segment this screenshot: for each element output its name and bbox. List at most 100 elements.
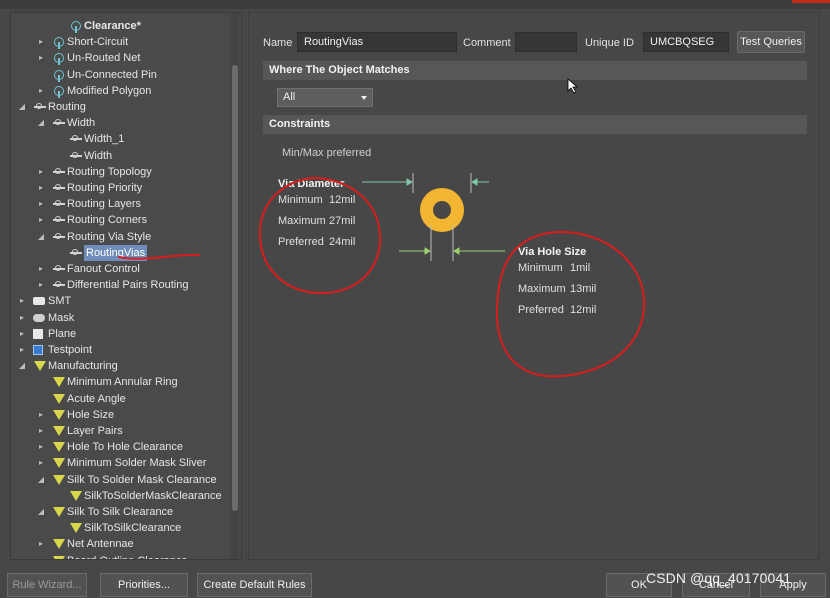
tree-item[interactable]: ◢ Silk To Silk Clearance — [11, 504, 241, 520]
hole-arrow-right — [453, 247, 460, 255]
tree-item[interactable]: ▸ SMT — [11, 293, 241, 309]
expand-arrow-icon[interactable]: ▸ — [17, 342, 27, 358]
manufacturing-icon — [52, 440, 66, 454]
tree-item[interactable]: ▸ Testpoint — [11, 342, 241, 358]
watermark-text: CSDN @qq_40170041 — [646, 570, 792, 586]
tree-item[interactable]: ▸ Hole To Hole Clearance — [11, 439, 241, 455]
tree-item-label: Width_1 — [84, 133, 125, 146]
tree-item[interactable]: Clearance* — [11, 18, 241, 34]
tree-item[interactable]: ▸ Short-Circuit — [11, 34, 241, 50]
tree-item[interactable]: ▸ Plane — [11, 326, 241, 342]
manufacturing-icon — [52, 424, 66, 438]
tree-item[interactable]: ▸ Routing Topology — [11, 164, 241, 180]
hole-arrow-left — [424, 247, 431, 255]
rule-wizard-button[interactable]: Rule Wizard... — [7, 573, 87, 597]
expand-arrow-icon[interactable]: ▸ — [36, 212, 46, 228]
tree-item[interactable]: ◢ Silk To Solder Mask Clearance — [11, 472, 241, 488]
tree-item-label: Layer Pairs — [67, 425, 123, 437]
expand-arrow-icon[interactable]: ▸ — [36, 536, 46, 552]
expand-arrow-icon[interactable]: ▸ — [36, 439, 46, 455]
expand-arrow-icon[interactable]: ▸ — [36, 180, 46, 196]
tree-item[interactable]: ◢ Manufacturing — [11, 358, 241, 374]
tree-item-label: Manufacturing — [48, 360, 118, 373]
route-icon — [52, 230, 66, 244]
expand-arrow-icon[interactable]: ▸ — [17, 326, 27, 342]
tree-item-label: Routing Via Style — [67, 230, 152, 243]
manufacturing-icon — [52, 375, 66, 389]
tree-item[interactable]: ▸ Routing Layers — [11, 196, 241, 212]
tree-item[interactable]: Un-Connected Pin — [11, 67, 241, 83]
tree-item-label: Differential Pairs Routing — [67, 279, 189, 292]
tree-item[interactable]: ▸ Hole Size — [11, 407, 241, 423]
tree-item[interactable]: ▸ Routing Priority — [11, 180, 241, 196]
tree-item[interactable]: Acute Angle — [11, 391, 241, 407]
tree-item[interactable]: ▸ Board Outline Clearance — [11, 553, 241, 559]
rule-icon — [52, 35, 66, 50]
rules-tree-panel: Clearance* ▸ Short-Circuit ▸ Un-Routed Net Un… — [10, 12, 242, 560]
expand-arrow-icon[interactable]: ▸ — [36, 455, 46, 471]
tree-item[interactable]: ▸ Layer Pairs — [11, 423, 241, 439]
tree-item[interactable]: ◢ Width — [11, 115, 241, 131]
tree-item[interactable]: RoutingVias — [11, 244, 241, 261]
expand-arrow-icon[interactable]: ▸ — [36, 50, 46, 66]
tree-item[interactable]: Width_1 — [11, 131, 241, 147]
tree-item-label: Routing Topology — [67, 165, 152, 178]
expand-arrow-icon[interactable]: ▸ — [17, 293, 27, 309]
manufacturing-icon — [52, 456, 66, 470]
route-icon — [52, 181, 66, 195]
tree-item-label: Minimum Annular Ring — [67, 376, 178, 389]
route-icon — [52, 278, 66, 292]
route-icon — [52, 262, 66, 276]
tree-item[interactable]: SilkToSilkClearance — [11, 520, 241, 536]
tree-item[interactable]: ▸ Routing Corners — [11, 212, 241, 228]
tree-item-label: Un-Routed Net — [67, 52, 141, 65]
collapse-arrow-icon[interactable]: ◢ — [36, 229, 46, 245]
route-icon — [69, 246, 83, 260]
tree-scrollbar[interactable] — [231, 13, 239, 559]
tree-item[interactable]: ▸ Modified Polygon — [11, 83, 241, 99]
rule-editor-panel: Name RoutingVias Comment Unique ID UMCBQ… — [248, 12, 820, 560]
collapse-arrow-icon[interactable]: ◢ — [36, 504, 46, 520]
tree-item-label: SMT — [48, 295, 72, 308]
expand-arrow-icon[interactable]: ▸ — [36, 83, 46, 99]
close-button[interactable] — [792, 0, 830, 3]
priorities-button[interactable]: Priorities... — [100, 573, 188, 597]
tree-item[interactable]: ◢ Routing — [11, 99, 241, 115]
tree-item-label: Fanout Control — [67, 263, 140, 275]
collapse-arrow-icon[interactable]: ◢ — [17, 358, 27, 374]
tree-item[interactable]: ▸ Fanout Control — [11, 261, 241, 277]
manufacturing-icon — [52, 392, 66, 406]
tree-item-label: Silk To Silk Clearance — [67, 506, 174, 518]
tree-item[interactable]: ▸ Un-Routed Net — [11, 50, 241, 66]
expand-arrow-icon[interactable]: ▸ — [36, 164, 46, 180]
tree-item[interactable]: ▸ Minimum Solder Mask Sliver — [11, 455, 241, 471]
expand-arrow-icon[interactable]: ▸ — [36, 34, 46, 50]
expand-arrow-icon[interactable]: ▸ — [36, 407, 46, 423]
collapse-arrow-icon[interactable]: ◢ — [36, 472, 46, 488]
tree-item[interactable]: ◢ Routing Via Style — [11, 229, 241, 245]
expand-arrow-icon[interactable]: ▸ — [36, 261, 46, 277]
diameter-arrow-right — [471, 178, 478, 186]
tree-item-label: Minimum Solder Mask Sliver — [67, 457, 207, 470]
tree-item[interactable]: ▸ Mask — [11, 310, 241, 326]
tree-item[interactable]: Width — [11, 148, 241, 164]
collapse-arrow-icon[interactable]: ◢ — [36, 115, 46, 131]
tree-scrollbar-thumb[interactable] — [232, 65, 238, 511]
expand-arrow-icon[interactable]: ▸ — [36, 553, 46, 559]
manufacturing-icon — [52, 408, 66, 422]
expand-arrow-icon[interactable]: ▸ — [36, 423, 46, 439]
route-icon — [52, 197, 66, 211]
expand-arrow-icon[interactable]: ▸ — [36, 196, 46, 212]
expand-arrow-icon[interactable]: ▸ — [17, 310, 27, 326]
collapse-arrow-icon[interactable]: ◢ — [17, 99, 27, 115]
tree-item[interactable]: ▸ Net Antennae — [11, 536, 241, 552]
tree-item-label: Mask — [48, 311, 75, 324]
create-default-rules-button[interactable]: Create Default Rules — [197, 573, 312, 597]
route-icon — [52, 165, 66, 179]
tree-item[interactable]: ▸ Differential Pairs Routing — [11, 277, 241, 293]
tree-item[interactable]: Minimum Annular Ring — [11, 374, 241, 390]
manufacturing-icon — [69, 521, 83, 535]
tree-item-label: Testpoint — [48, 344, 93, 356]
tree-item[interactable]: SilkToSolderMaskClearance — [11, 488, 241, 504]
expand-arrow-icon[interactable]: ▸ — [36, 277, 46, 293]
